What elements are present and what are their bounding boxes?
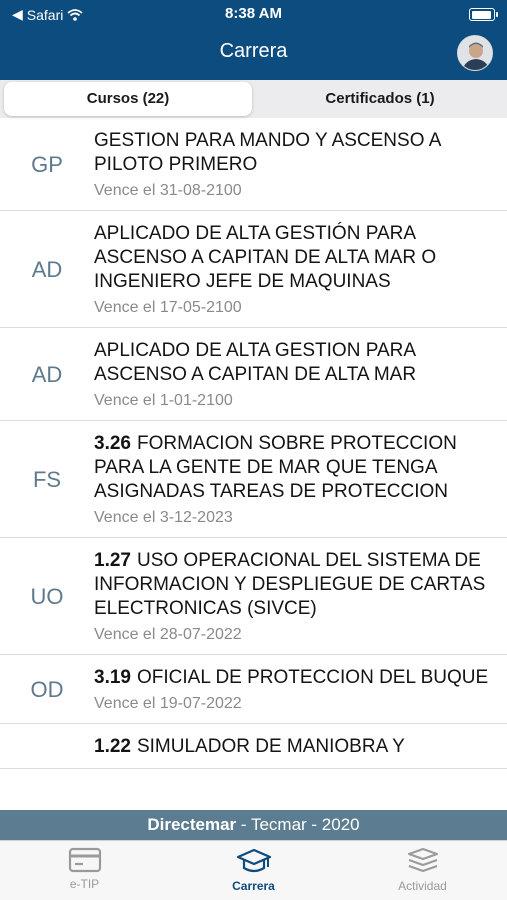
- course-name: SIMULADOR DE MANIOBRA Y: [136, 736, 405, 757]
- battery-icon: [469, 8, 498, 21]
- course-title: 1.27 USO OPERACIONAL DEL SISTEMA DE INFOR…: [94, 549, 493, 621]
- tab-carrera-label: Carrera: [232, 879, 275, 893]
- segmented-control: Cursos (22) Certificados (1): [0, 80, 507, 118]
- avatar[interactable]: [457, 35, 493, 71]
- list-item[interactable]: AD APLICADO DE ALTA GESTIÓN PARA ASCENSO…: [0, 211, 507, 328]
- course-abbr: GP: [31, 152, 63, 177]
- course-abbr: AD: [31, 257, 63, 282]
- course-due: Vence el 17-05-2100: [94, 299, 242, 316]
- course-title: APLICADO DE ALTA GESTION PARA ASCENSO A …: [94, 339, 493, 387]
- list-item[interactable]: 1.22 SIMULADOR DE MANIOBRA Y: [0, 724, 507, 769]
- course-code: 3.19: [94, 667, 131, 688]
- course-title: GESTION PARA MANDO Y ASCENSO A PILOTO PR…: [94, 129, 493, 177]
- footer-org: Directemar: [147, 815, 237, 834]
- course-due: Vence el 19-07-2022: [94, 695, 242, 712]
- footer-rest: - Tecmar - 2020: [236, 815, 360, 834]
- footer-credits: Directemar - Tecmar - 2020: [0, 810, 507, 840]
- course-name: APLICADO DE ALTA GESTION PARA ASCENSO A …: [94, 340, 417, 385]
- tab-actividad[interactable]: Actividad: [338, 841, 507, 900]
- course-name: USO OPERACIONAL DEL SISTEMA DE INFORMACI…: [94, 550, 486, 619]
- course-abbr: UO: [30, 584, 64, 609]
- course-title: 3.26 FORMACION SOBRE PROTECCION PARA LA G…: [94, 432, 493, 504]
- course-list[interactable]: GP GESTION PARA MANDO Y ASCENSO A PILOTO…: [0, 118, 507, 810]
- list-item[interactable]: GP GESTION PARA MANDO Y ASCENSO A PILOTO…: [0, 118, 507, 211]
- layers-icon: [407, 848, 438, 872]
- course-code: 1.22: [94, 736, 131, 757]
- list-item[interactable]: AD APLICADO DE ALTA GESTION PARA ASCENSO…: [0, 328, 507, 421]
- graduation-cap-icon: [236, 848, 271, 873]
- status-bar: ◀ Safari 8:38 AM: [0, 0, 507, 28]
- user-photo-icon: [458, 36, 492, 70]
- course-due: Vence el 28-07-2022: [94, 626, 242, 643]
- course-name: GESTION PARA MANDO Y ASCENSO A PILOTO PR…: [94, 130, 441, 175]
- list-item[interactable]: FS 3.26 FORMACION SOBRE PROTECCION PARA L…: [0, 421, 507, 538]
- course-title: 3.19 OFICIAL DE PROTECCION DEL BUQUE: [94, 666, 493, 690]
- course-abbr: AD: [31, 362, 63, 387]
- course-name: FORMACION SOBRE PROTECCION PARA LA GENTE…: [94, 433, 457, 502]
- course-name: OFICIAL DE PROTECCION DEL BUQUE: [136, 667, 489, 688]
- tab-etip-label: e-TIP: [69, 877, 100, 891]
- course-code: 3.26: [94, 433, 131, 454]
- tab-actividad-label: Actividad: [398, 879, 447, 893]
- list-item[interactable]: OD 3.19 OFICIAL DE PROTECCION DEL BUQUE V…: [0, 655, 507, 724]
- page-title: Carrera: [219, 40, 288, 62]
- course-code: 1.27: [94, 550, 131, 571]
- list-item[interactable]: UO 1.27 USO OPERACIONAL DEL SISTEMA DE IN…: [0, 538, 507, 655]
- course-title: 1.22 SIMULADOR DE MANIOBRA Y: [94, 735, 493, 759]
- tab-carrera[interactable]: Carrera: [169, 841, 338, 900]
- tab-bar: e-TIP Carrera Actividad: [0, 840, 507, 900]
- tab-certificados[interactable]: Certificados (1): [256, 82, 504, 116]
- header: ◀ Safari 8:38 AM Carrera: [0, 0, 507, 80]
- course-due: Vence el 3-12-2023: [94, 509, 233, 526]
- card-icon: [68, 847, 101, 873]
- course-name: APLICADO DE ALTA GESTIÓN PARA ASCENSO A …: [94, 223, 437, 292]
- course-abbr: FS: [32, 467, 62, 492]
- course-title: APLICADO DE ALTA GESTIÓN PARA ASCENSO A …: [94, 222, 493, 294]
- clock: 8:38 AM: [225, 5, 282, 22]
- tab-cursos[interactable]: Cursos (22): [4, 82, 252, 116]
- course-abbr: OD: [30, 677, 64, 702]
- course-due: Vence el 1-01-2100: [94, 392, 233, 409]
- course-due: Vence el 31-08-2100: [94, 182, 242, 199]
- tab-etip[interactable]: e-TIP: [0, 841, 169, 900]
